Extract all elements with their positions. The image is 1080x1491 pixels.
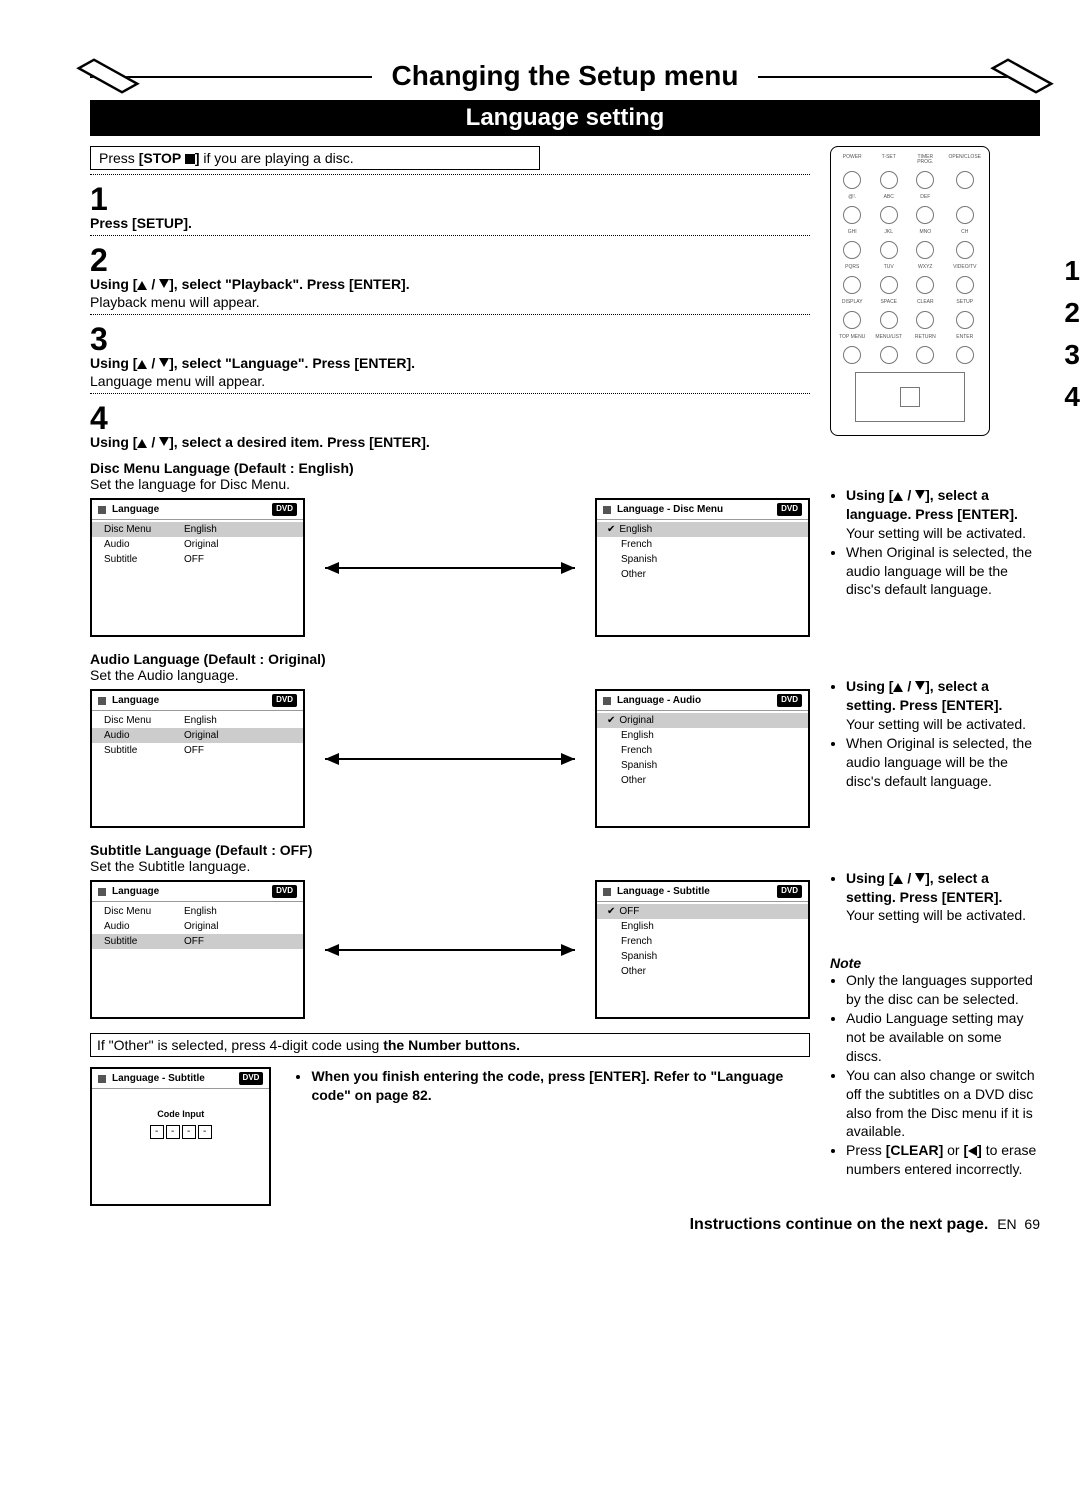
check-icon: ✔: [607, 523, 615, 536]
step-4: 4 Using [ / ], select a desired item. Pr…: [90, 402, 810, 450]
step-1: 1 Press [SETUP].: [90, 183, 810, 231]
play-icon: [603, 888, 611, 896]
remote-dpad: [855, 372, 965, 422]
page-title: Changing the Setup menu: [372, 60, 759, 92]
arrow-connector: [325, 567, 575, 569]
discmenu-right-text: Using [ / ], select a language. Press [E…: [830, 486, 1040, 599]
other-code-note: If "Other" is selected, press 4-digit co…: [90, 1033, 810, 1057]
subtitle-right-text: Using [ / ], select a setting. Press [EN…: [830, 869, 1040, 926]
osd-language-audio-right: Language - AudioDVD ✔Original English Fr…: [595, 689, 810, 828]
remote-control-illustration: POWER T-SET TIMER PROG. OPEN/CLOSE @!.AB…: [830, 146, 990, 436]
play-icon: [98, 888, 106, 896]
arrow-connector: [325, 949, 575, 951]
arrow-connector: [325, 758, 575, 760]
osd-language-subtitle-right: Language - SubtitleDVD ✔OFF English Fren…: [595, 880, 810, 1019]
disc-menu-heading: Disc Menu Language (Default : English): [90, 460, 810, 476]
play-icon: [98, 697, 106, 705]
check-icon: ✔: [607, 714, 615, 727]
continue-text: Instructions continue on the next page. …: [90, 1216, 1040, 1234]
check-icon: ✔: [607, 905, 615, 918]
play-icon: [98, 1075, 106, 1083]
page-title-banner: Changing the Setup menu: [90, 60, 1040, 92]
osd-language-discmenu-left: LanguageDVD Disc MenuEnglish AudioOrigin…: [90, 498, 305, 637]
osd-code-input: Language - SubtitleDVD Code Input - - - …: [90, 1067, 271, 1206]
note-list: Only the languages supported by the disc…: [830, 971, 1040, 1179]
audio-heading: Audio Language (Default : Original): [90, 651, 810, 667]
subtitle-heading: Subtitle Language (Default : OFF): [90, 842, 810, 858]
code-instructions: When you finish entering the code, press…: [295, 1067, 810, 1105]
play-icon: [603, 697, 611, 705]
page-subtitle: Language setting: [90, 100, 1040, 136]
osd-language-subtitle-left: LanguageDVD Disc MenuEnglish AudioOrigin…: [90, 880, 305, 1019]
audio-right-text: Using [ / ], select a setting. Press [EN…: [830, 677, 1040, 790]
step-2: 2 Using [ / ], select "Playback". Press …: [90, 244, 810, 310]
stop-instruction: Press [STOP ] if you are playing a disc.: [90, 146, 540, 170]
osd-language-audio-left: LanguageDVD Disc MenuEnglish AudioOrigin…: [90, 689, 305, 828]
play-icon: [98, 506, 106, 514]
stop-icon: [185, 154, 195, 164]
step-3: 3 Using [ / ], select "Language". Press …: [90, 323, 810, 389]
osd-language-discmenu-right: Language - Disc MenuDVD ✔English French …: [595, 498, 810, 637]
remote-step-callouts: 1 2 3 4: [1064, 250, 1080, 418]
play-icon: [603, 506, 611, 514]
note-heading: Note: [830, 955, 1040, 971]
